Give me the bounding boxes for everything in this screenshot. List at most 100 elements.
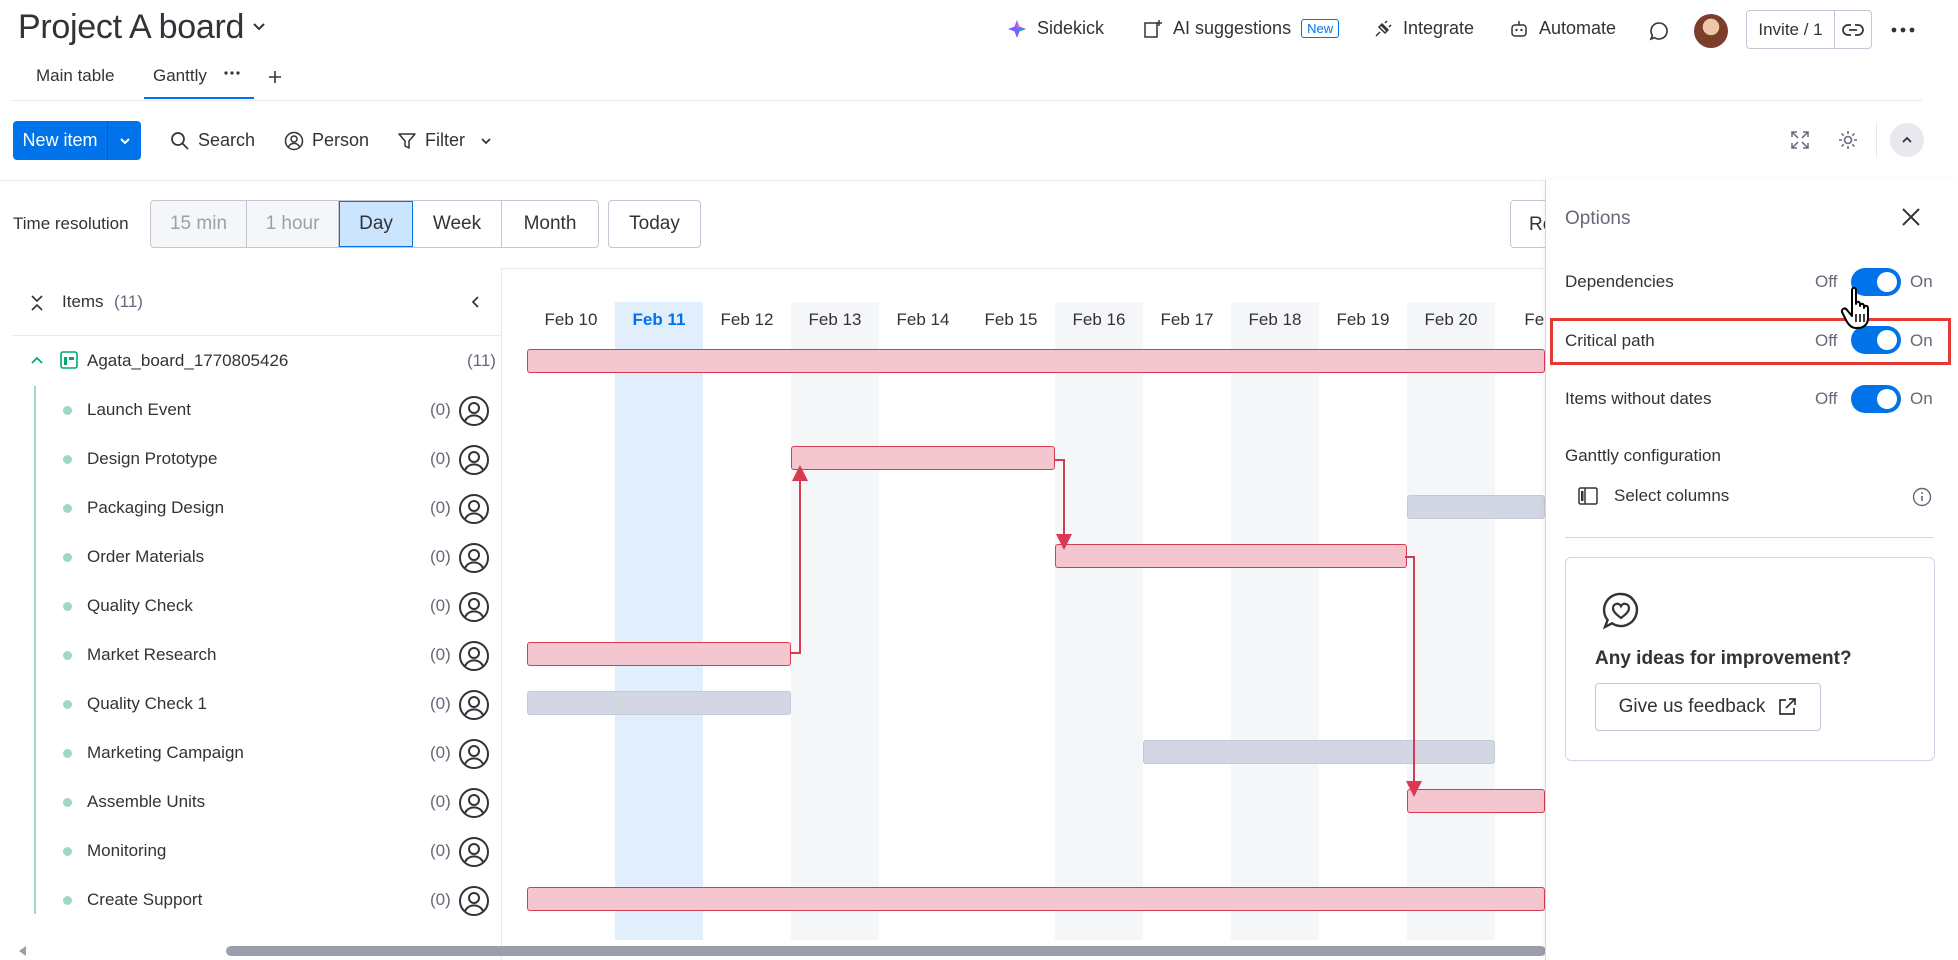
group-count: (11) — [467, 351, 496, 370]
item-row[interactable] — [12, 876, 502, 925]
res-week-button[interactable]: Week — [413, 201, 502, 247]
item-row[interactable] — [12, 386, 502, 435]
group-name[interactable]: Agata_board_1770805426 — [87, 351, 288, 371]
fullscreen-icon[interactable] — [1790, 130, 1810, 150]
item-name[interactable]: Packaging Design — [87, 498, 224, 518]
person-avatar-icon[interactable] — [458, 689, 490, 721]
person-avatar-icon[interactable] — [458, 885, 490, 917]
tab-ganttly[interactable]: Ganttly — [153, 66, 207, 86]
gear-icon[interactable] — [1837, 129, 1859, 151]
options-divider — [1565, 537, 1934, 538]
critical-path-highlight — [1550, 318, 1951, 365]
select-columns-button[interactable]: Select columns — [1578, 486, 1729, 506]
integrate-button[interactable]: Integrate — [1373, 18, 1474, 39]
avatar[interactable] — [1694, 14, 1728, 48]
ai-suggestions-button[interactable]: AI suggestions New — [1143, 18, 1340, 39]
filter-label: Filter — [425, 130, 465, 150]
link-icon — [1842, 23, 1864, 37]
person-avatar-icon[interactable] — [458, 836, 490, 868]
sidekick-button[interactable]: Sidekick — [1007, 18, 1104, 39]
item-row[interactable] — [12, 582, 502, 631]
collapse-all-icon[interactable] — [30, 294, 44, 312]
item-row[interactable] — [12, 533, 502, 582]
tab-more-icon[interactable] — [224, 70, 240, 76]
item-name[interactable]: Create Support — [87, 890, 202, 910]
item-status-dot — [63, 749, 72, 758]
item-row[interactable] — [12, 484, 502, 533]
item-name[interactable]: Design Prototype — [87, 449, 217, 469]
invite-label[interactable]: Invite / 1 — [1747, 11, 1835, 48]
item-name[interactable]: Assemble Units — [87, 792, 205, 812]
chat-bubble-icon[interactable] — [1648, 20, 1670, 42]
new-item-button[interactable]: New item — [13, 121, 141, 160]
chevron-down-icon — [118, 134, 132, 148]
external-link-icon — [1777, 697, 1797, 717]
person-avatar-icon[interactable] — [458, 738, 490, 770]
today-button[interactable]: Today — [608, 200, 701, 248]
item-row[interactable] — [12, 729, 502, 778]
add-view-icon[interactable] — [268, 70, 282, 84]
collapse-header-button[interactable] — [1890, 123, 1924, 157]
chevron-down-icon — [479, 134, 493, 148]
person-avatar-icon[interactable] — [458, 444, 490, 476]
item-status-dot — [63, 553, 72, 562]
item-name[interactable]: Quality Check 1 — [87, 694, 207, 714]
item-name[interactable]: Marketing Campaign — [87, 743, 244, 763]
item-name[interactable]: Market Research — [87, 645, 216, 665]
person-avatar-icon[interactable] — [458, 493, 490, 525]
item-name[interactable]: Launch Event — [87, 400, 191, 420]
time-resolution-label: Time resolution — [13, 214, 129, 233]
search-button[interactable]: Search — [170, 130, 255, 151]
item-row[interactable] — [12, 631, 502, 680]
item-name[interactable]: Order Materials — [87, 547, 204, 567]
person-avatar-icon[interactable] — [458, 640, 490, 672]
automate-label: Automate — [1539, 18, 1617, 38]
item-name[interactable]: Quality Check — [87, 596, 193, 616]
item-status-dot — [63, 455, 72, 464]
item-row[interactable] — [12, 680, 502, 729]
info-icon[interactable] — [1912, 487, 1932, 507]
invite-button[interactable]: Invite / 1 — [1746, 10, 1872, 49]
filter-button[interactable]: Filter — [397, 130, 493, 151]
chevron-up-icon[interactable] — [30, 355, 44, 365]
copy-link-button[interactable] — [1835, 11, 1871, 48]
dependency-arrows — [790, 459, 1422, 797]
give-feedback-button[interactable]: Give us feedback — [1595, 683, 1821, 731]
heart-chat-icon — [1600, 590, 1642, 632]
person-filter-button[interactable]: Person — [284, 130, 369, 151]
more-options-icon[interactable] — [1891, 26, 1915, 34]
dependency-arrow — [790, 465, 808, 654]
item-row[interactable] — [12, 435, 502, 484]
res-month-button[interactable]: Month — [502, 201, 598, 247]
chevron-down-icon[interactable] — [250, 18, 268, 36]
item-count: (0) — [430, 645, 451, 664]
item-status-dot — [63, 798, 72, 807]
new-item-dropdown[interactable] — [108, 121, 141, 160]
sidekick-label: Sidekick — [1037, 18, 1105, 38]
res-1hour-button[interactable]: 1 hour — [247, 201, 339, 247]
item-row[interactable] — [12, 827, 502, 876]
person-avatar-icon[interactable] — [458, 787, 490, 819]
ai-suggestions-icon — [1143, 19, 1163, 39]
scroll-left-icon[interactable] — [18, 946, 28, 956]
dependencies-label: Dependencies — [1565, 272, 1674, 291]
collapse-panel-icon[interactable] — [470, 295, 482, 309]
person-avatar-icon[interactable] — [458, 591, 490, 623]
board-title[interactable]: Project A board — [18, 8, 244, 47]
tab-main-table[interactable]: Main table — [36, 66, 114, 86]
dependency-arrow — [1054, 459, 1072, 550]
scrollbar-thumb[interactable] — [226, 946, 1546, 956]
item-name[interactable]: Monitoring — [87, 841, 166, 861]
sparkle-icon — [1007, 19, 1027, 39]
res-15min-button[interactable]: 15 min — [151, 201, 247, 247]
close-icon[interactable] — [1900, 206, 1922, 228]
dependencies-off-label: Off — [1815, 272, 1838, 291]
person-avatar-icon[interactable] — [458, 542, 490, 574]
item-row[interactable] — [12, 778, 502, 827]
res-day-button[interactable]: Day — [339, 201, 413, 247]
new-item-label[interactable]: New item — [13, 121, 108, 160]
automate-button[interactable]: Automate — [1509, 18, 1616, 39]
items-header-label: Items — [62, 292, 104, 311]
items-without-dates-toggle[interactable] — [1851, 385, 1901, 413]
person-avatar-icon[interactable] — [458, 395, 490, 427]
